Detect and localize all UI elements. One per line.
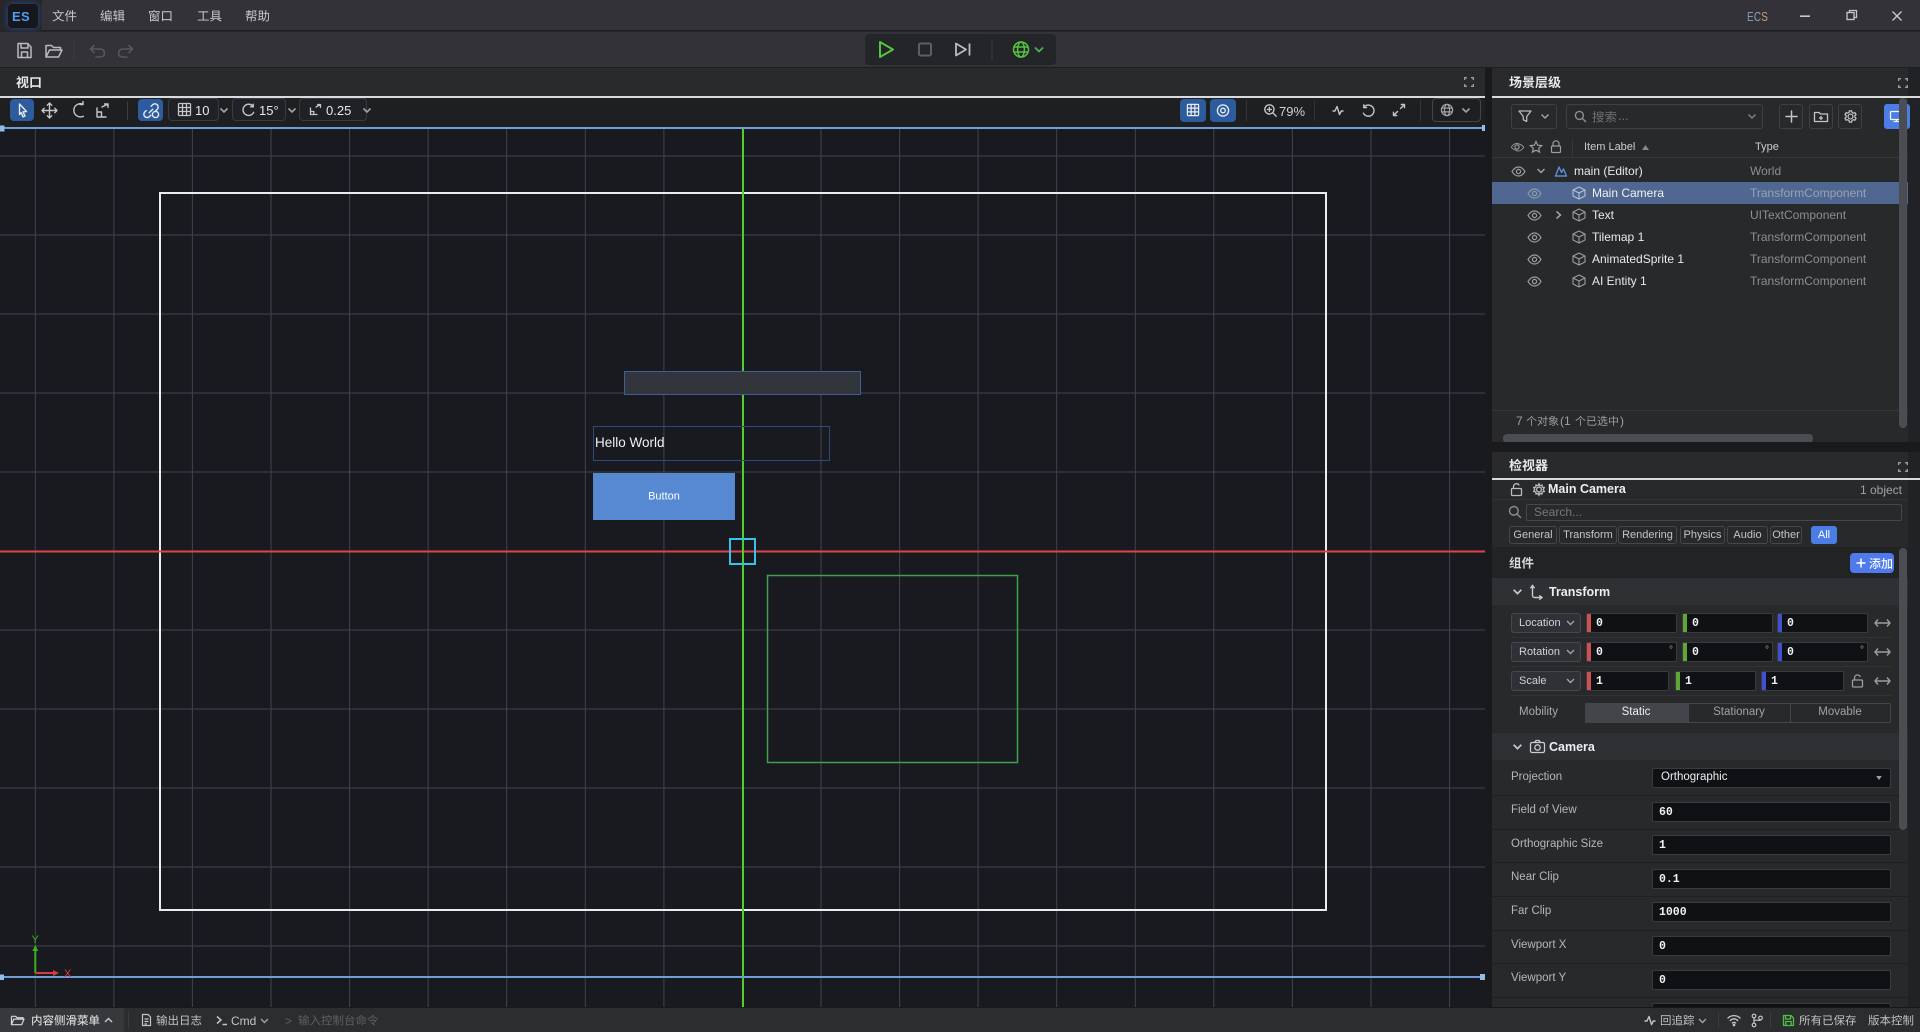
svg-text:Hello World: Hello World xyxy=(595,435,665,450)
svg-text:X: X xyxy=(64,968,72,980)
svg-text:Y: Y xyxy=(32,934,40,946)
svg-text:Button: Button xyxy=(648,491,680,503)
